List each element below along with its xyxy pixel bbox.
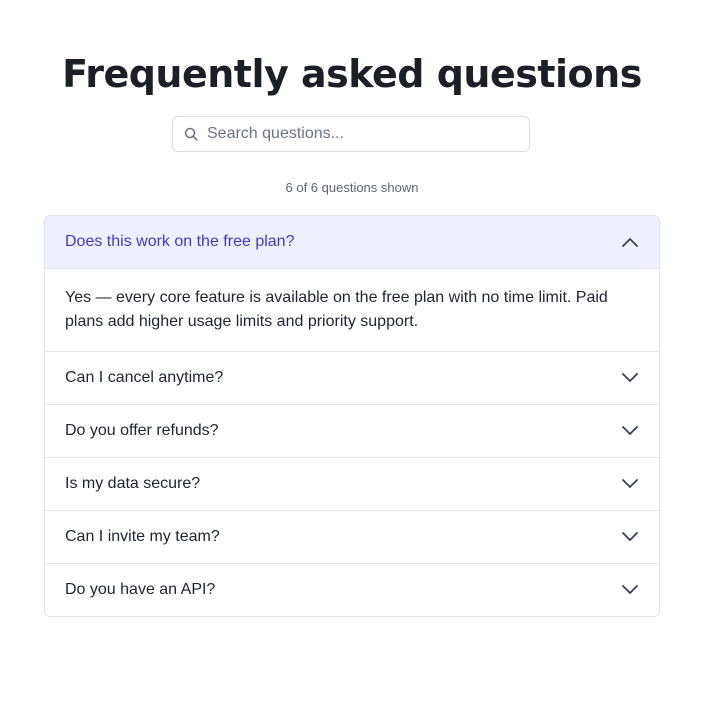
faq-question-toggle[interactable]: Does this work on the free plan? xyxy=(45,216,659,268)
search-icon xyxy=(184,127,198,141)
faq-question-toggle[interactable]: Can I invite my team? xyxy=(45,511,659,563)
faq-item: Is my data secure? xyxy=(45,457,659,510)
faq-answer: Yes — every core feature is available on… xyxy=(45,268,659,351)
faq-question: Does this work on the free plan? xyxy=(65,233,295,250)
faq-item: Do you offer refunds? xyxy=(45,404,659,457)
search-box[interactable] xyxy=(172,116,530,152)
chevron-down-icon xyxy=(621,476,639,492)
page-title: Frequently asked questions xyxy=(62,52,642,96)
faq-item: Can I invite my team? xyxy=(45,510,659,563)
results-count: 6 of 6 questions shown xyxy=(285,180,419,195)
faq-question-toggle[interactable]: Can I cancel anytime? xyxy=(45,352,659,404)
faq-question: Can I invite my team? xyxy=(65,528,220,545)
faq-item: Does this work on the free plan? Yes — e… xyxy=(45,216,659,351)
chevron-up-icon xyxy=(621,234,639,250)
faq-question-toggle[interactable]: Is my data secure? xyxy=(45,458,659,510)
faq-question: Do you offer refunds? xyxy=(65,422,219,439)
faq-question-toggle[interactable]: Do you have an API? xyxy=(45,564,659,616)
chevron-down-icon xyxy=(621,529,639,545)
chevron-down-icon xyxy=(621,582,639,598)
chevron-down-icon xyxy=(621,423,639,439)
search-input[interactable] xyxy=(207,117,519,151)
faq-page: Frequently asked questions 6 of 6 questi… xyxy=(0,0,704,726)
faq-question: Do you have an API? xyxy=(65,581,216,598)
faq-question: Can I cancel anytime? xyxy=(65,369,224,386)
faq-question-toggle[interactable]: Do you offer refunds? xyxy=(45,405,659,457)
faq-item: Can I cancel anytime? xyxy=(45,351,659,404)
faq-item: Do you have an API? xyxy=(45,563,659,616)
faq-question: Is my data secure? xyxy=(65,475,201,492)
chevron-down-icon xyxy=(621,370,639,386)
faq-accordion: Does this work on the free plan? Yes — e… xyxy=(44,215,660,617)
